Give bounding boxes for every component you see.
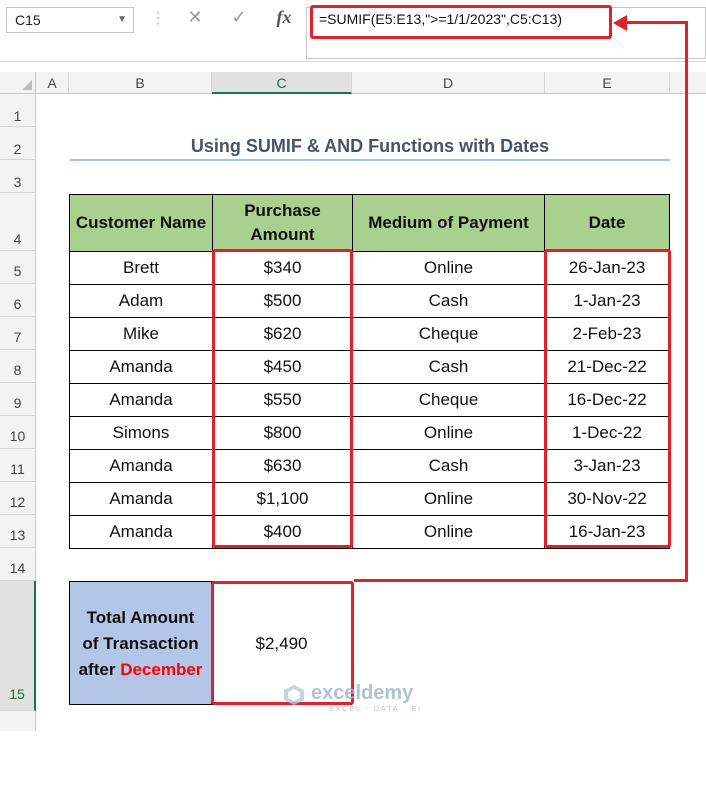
column-header-e[interactable]: E (545, 72, 670, 94)
total-label-prefix: after (78, 660, 116, 679)
cell-payment[interactable]: Online (352, 416, 545, 450)
cell-customer[interactable]: Amanda (69, 350, 213, 384)
row-header-4[interactable]: 4 (0, 193, 36, 251)
row-header-2[interactable]: 2 (0, 127, 36, 160)
title-underline (70, 159, 670, 161)
total-label-highlight: December (120, 660, 203, 679)
row-header-8[interactable]: 8 (0, 350, 36, 383)
cell-payment[interactable]: Cheque (352, 317, 545, 351)
cell-payment[interactable]: Cash (352, 350, 545, 384)
cell-customer[interactable]: Amanda (69, 482, 213, 516)
amount-range-highlight-box (212, 249, 353, 548)
watermark-brand: exceldemy (311, 682, 414, 704)
row-header-10[interactable]: 10 (0, 416, 36, 449)
header-medium-of-payment[interactable]: Medium of Payment (352, 194, 545, 252)
row-header-16[interactable] (0, 711, 36, 731)
row-header-1[interactable]: 1 (0, 94, 36, 127)
column-header-a[interactable]: A (36, 72, 69, 94)
connector-line-vertical (685, 22, 688, 582)
cell-customer[interactable]: Mike (69, 317, 213, 351)
row-header-12[interactable]: 12 (0, 482, 36, 515)
row-header-7[interactable]: 7 (0, 317, 36, 350)
arrow-left-icon (613, 15, 627, 31)
chevron-down-icon[interactable]: ▼ (117, 14, 127, 25)
header-date[interactable]: Date (544, 194, 670, 252)
total-label-cell[interactable]: Total Amount of Transaction after Decemb… (69, 581, 212, 705)
row-header-13[interactable]: 13 (0, 515, 36, 548)
row-header-9[interactable]: 9 (0, 383, 36, 416)
column-header-b[interactable]: B (69, 72, 212, 94)
cell-payment[interactable]: Online (352, 515, 545, 549)
header-customer-name[interactable]: Customer Name (69, 194, 213, 252)
header-purchase-amount[interactable]: Purchase Amount (212, 194, 353, 252)
cell-payment[interactable]: Cash (352, 284, 545, 318)
total-label-line1: Total Amount (86, 608, 195, 627)
sheet-title: Using SUMIF & AND Functions with Dates (190, 136, 550, 156)
row-header-6[interactable]: 6 (0, 284, 36, 317)
row-header-5[interactable]: 5 (0, 251, 36, 284)
enter-check-icon[interactable]: ✓ (226, 7, 252, 33)
row-header-15[interactable]: 15 (0, 581, 36, 711)
exceldemy-logo-icon (284, 685, 304, 705)
total-label-line2: of Transaction (82, 634, 199, 653)
cell-payment[interactable]: Cash (352, 449, 545, 483)
connector-line-top (626, 21, 688, 24)
formula-highlight-box (310, 5, 612, 39)
select-all-triangle-icon (22, 80, 32, 90)
date-range-highlight-box (544, 249, 671, 548)
cell-customer[interactable]: Amanda (69, 383, 213, 417)
cell-customer[interactable]: Amanda (69, 515, 213, 549)
separator-dots-icon: ⋮ (150, 10, 166, 27)
name-box[interactable]: C15 ▼ (6, 7, 134, 33)
cell-customer[interactable]: Simons (69, 416, 213, 450)
row-header-3[interactable]: 3 (0, 160, 36, 193)
insert-function-icon[interactable]: fx (271, 7, 297, 33)
column-header-d[interactable]: D (352, 72, 545, 94)
total-label-line3: after December (70, 657, 211, 683)
cell-customer[interactable]: Amanda (69, 449, 213, 483)
select-all-corner[interactable] (0, 72, 36, 94)
row-header-11[interactable]: 11 (0, 449, 36, 482)
cell-payment[interactable]: Cheque (352, 383, 545, 417)
cell-customer[interactable]: Brett (69, 251, 213, 285)
column-header-c[interactable]: C (212, 72, 352, 94)
cell-customer[interactable]: Adam (69, 284, 213, 318)
column-header-f[interactable] (670, 72, 706, 94)
cell-payment[interactable]: Online (352, 251, 545, 285)
row-header-14[interactable]: 14 (0, 548, 36, 581)
connector-line-bottom (354, 579, 688, 582)
watermark-tagline: EXCEL · DATA · BI (329, 706, 422, 713)
cancel-icon[interactable]: ✕ (182, 7, 208, 33)
cell-payment[interactable]: Online (352, 482, 545, 516)
name-box-value: C15 (15, 12, 41, 28)
